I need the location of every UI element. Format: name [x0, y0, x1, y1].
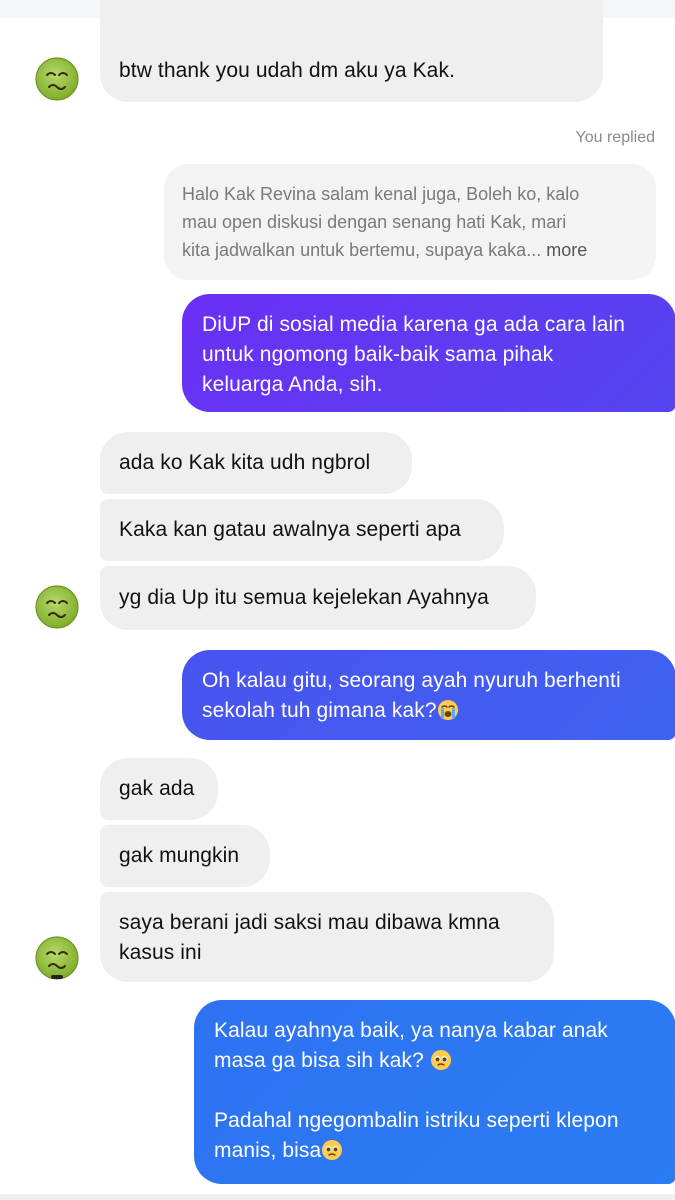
incoming-message[interactable]: btw thank you udah dm aku ya Kak. [100, 0, 603, 102]
avatar[interactable] [34, 935, 80, 981]
quoted-reply[interactable]: Halo Kak Revina salam kenal juga, Boleh … [164, 164, 656, 280]
message-text: DiUP di sosial media karena ga ada cara … [202, 313, 626, 336]
pleading-face-icon [322, 1140, 343, 1160]
message-text: gak ada [119, 777, 195, 800]
message-text: manis, bisa [214, 1139, 322, 1162]
loudly-crying-face-icon [437, 700, 458, 720]
nauseated-face-icon [35, 936, 79, 980]
nauseated-face-icon [35, 57, 79, 101]
nauseated-face-icon [35, 585, 79, 629]
quoted-line: mau open diskusi dengan senang hati Kak,… [182, 212, 567, 232]
message-text: keluarga Anda, sih. [202, 373, 383, 396]
message-text: Oh kalau gitu, seorang ayah nyuruh berhe… [202, 669, 621, 692]
message-text: ada ko Kak kita udh ngbrol [119, 451, 371, 474]
quoted-line: Halo Kak Revina salam kenal juga, Boleh … [182, 184, 580, 204]
message-text: yg dia Up itu semua kejelekan Ayahnya [119, 586, 489, 609]
quoted-line: kita jadwalkan untuk bertemu, supaya kak… [182, 240, 542, 260]
outgoing-message[interactable]: Kalau ayahnya baik, ya nanya kabar anak … [194, 1000, 675, 1184]
more-link[interactable]: more [546, 240, 587, 260]
bottom-edge [0, 1194, 675, 1200]
message-text: untuk ngomong baik-baik sama pihak [202, 343, 554, 366]
outgoing-message[interactable]: DiUP di sosial media karena ga ada cara … [182, 294, 675, 412]
avatar[interactable] [34, 584, 80, 630]
message-text: btw thank you udah dm aku ya Kak. [119, 59, 455, 82]
incoming-message[interactable]: Kaka kan gatau awalnya seperti apa [100, 499, 504, 561]
message-text: Kaka kan gatau awalnya seperti apa [119, 518, 461, 541]
message-text: Padahal ngegombalin istriku seperti klep… [214, 1109, 619, 1132]
incoming-message[interactable]: saya berani jadi saksi mau dibawa kmna k… [100, 892, 554, 982]
avatar[interactable] [34, 56, 80, 102]
message-text: kasus ini [119, 941, 202, 964]
message-text: masa ga bisa sih kak? [214, 1049, 424, 1072]
message-text: sekolah tuh gimana kak? [202, 699, 437, 722]
message-text: saya berani jadi saksi mau dibawa kmna [119, 911, 500, 934]
incoming-message[interactable]: gak mungkin [100, 825, 270, 887]
replied-meta: You replied [575, 129, 655, 146]
message-text: Kalau ayahnya baik, ya nanya kabar anak [214, 1019, 608, 1042]
incoming-message[interactable]: yg dia Up itu semua kejelekan Ayahnya [100, 566, 536, 630]
message-text: gak mungkin [119, 844, 240, 867]
incoming-message[interactable]: gak ada [100, 758, 218, 820]
incoming-message[interactable]: ada ko Kak kita udh ngbrol [100, 432, 412, 494]
pleading-face-icon [430, 1050, 451, 1070]
outgoing-message[interactable]: Oh kalau gitu, seorang ayah nyuruh berhe… [182, 650, 675, 740]
